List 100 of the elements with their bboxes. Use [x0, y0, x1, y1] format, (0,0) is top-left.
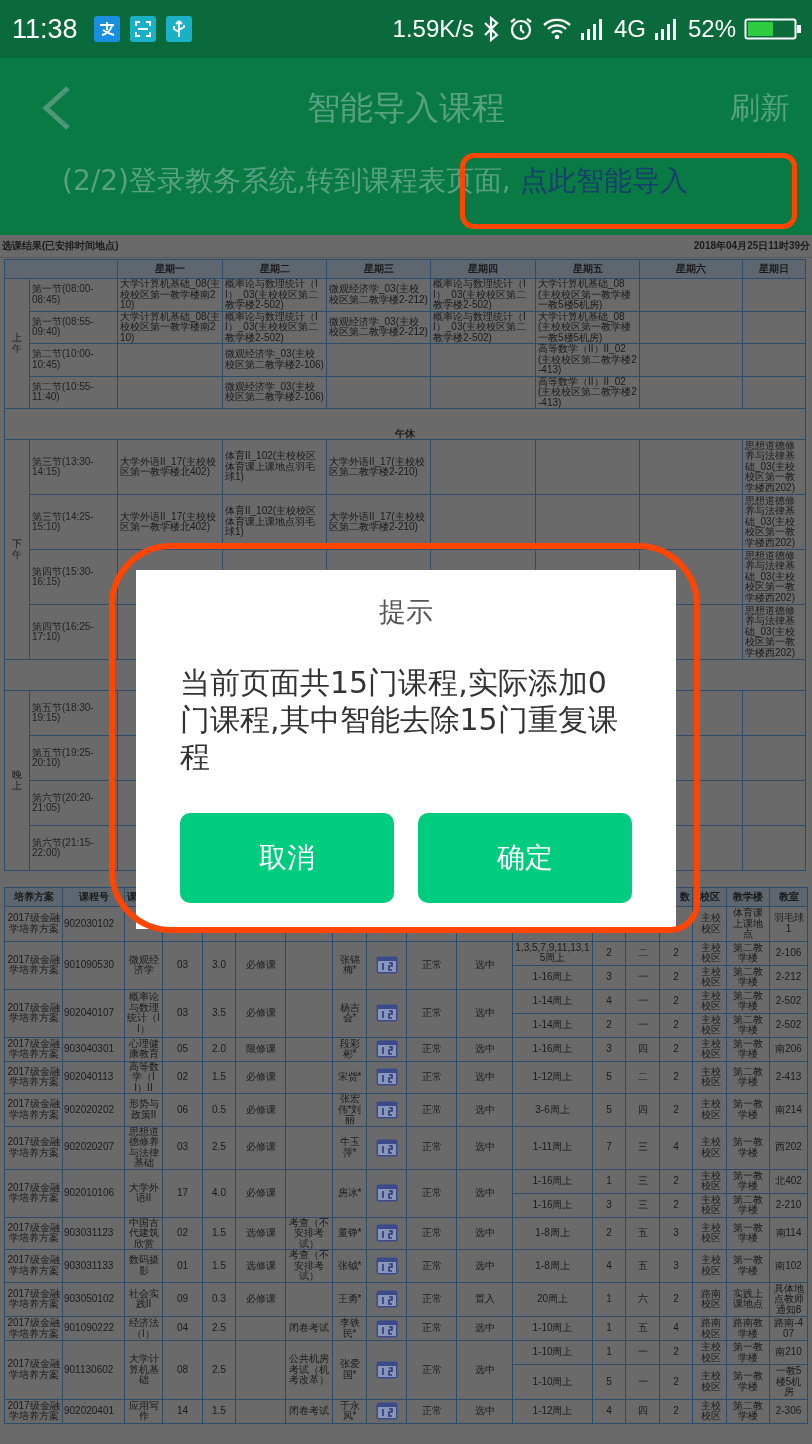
back-icon[interactable]	[40, 85, 72, 131]
day-header: 星期五	[535, 259, 640, 279]
table-cell: 主校校区	[692, 1169, 727, 1193]
table-cell: 2	[659, 1193, 693, 1217]
table-cell: 4.0	[202, 1169, 236, 1217]
table-cell: 三	[625, 1126, 660, 1169]
table-cell: 5	[592, 1093, 626, 1126]
table-cell: 4	[592, 1249, 626, 1282]
calendar-icon[interactable]	[375, 1040, 398, 1058]
calendar-icon[interactable]	[375, 1004, 398, 1022]
payment-app-icon	[93, 16, 120, 42]
table-cell: 选中	[456, 1037, 513, 1061]
confirm-button[interactable]: 确定	[418, 813, 632, 903]
table-cell: 南206	[769, 1037, 808, 1061]
table-cell: 必修课	[235, 1061, 286, 1094]
table-cell: 北402	[769, 1169, 808, 1193]
table-cell: 2.0	[202, 1037, 236, 1061]
table-cell: 4	[659, 1316, 693, 1341]
calendar-icon[interactable]	[375, 1360, 398, 1379]
table-cell: 2.5	[202, 1126, 236, 1169]
network-type: 4G	[613, 15, 646, 43]
table-cell: 数码摄影	[124, 1249, 163, 1282]
table-cell: 2017级金融学培养方案	[4, 1217, 63, 1250]
calendar-icon[interactable]	[375, 1224, 398, 1243]
table-cell: 2017级金融学培养方案	[4, 1093, 63, 1126]
table-cell: 1.5	[202, 1399, 236, 1423]
table-cell: 2	[592, 1013, 626, 1037]
table-cell: 四	[625, 1399, 660, 1423]
table-cell: 04	[162, 1316, 203, 1341]
column-header: 教学楼	[726, 887, 770, 907]
table-cell: 张爱国*	[332, 1340, 367, 1399]
table-cell: 3	[659, 1249, 693, 1282]
table-cell: 必修课	[235, 1169, 286, 1217]
table-cell: 李铁民*	[332, 1316, 367, 1341]
table-cell: 三	[625, 1193, 660, 1217]
table-cell: 杨吉会*	[332, 989, 367, 1037]
table-cell: 3.0	[202, 941, 236, 989]
table-cell: 五	[625, 1249, 660, 1282]
table-cell: 01	[162, 1249, 203, 1282]
calendar-icon[interactable]	[375, 1184, 398, 1202]
calendar-icon[interactable]	[375, 1138, 398, 1157]
table-cell: 五	[625, 1316, 660, 1341]
day-header: 星期六	[639, 259, 743, 279]
import-link[interactable]: 点此智能导入	[519, 164, 688, 197]
table-cell: 西202	[769, 1126, 808, 1169]
table-cell: 2017级金融学培养方案	[4, 1169, 63, 1217]
table-cell: 2	[659, 1061, 693, 1094]
calendar-icon[interactable]	[375, 1100, 398, 1119]
table-cell: 2017级金融学培养方案	[4, 1340, 63, 1399]
calendar-icon[interactable]	[375, 1068, 398, 1087]
calendar-icon[interactable]	[375, 1256, 398, 1275]
calendar-icon[interactable]	[375, 1319, 398, 1338]
table-cell: 考查（不安排考试）	[285, 1249, 333, 1282]
table-cell: 张钺*	[332, 1249, 367, 1282]
period-cell: 第五节(18:30-19:15)	[29, 690, 118, 736]
table-cell: 5	[592, 1364, 626, 1399]
table-cell: 2	[592, 1217, 626, 1250]
table-cell: 主校校区	[692, 989, 727, 1013]
table-cell: 03	[162, 1126, 203, 1169]
table-cell: 正常	[406, 1037, 457, 1061]
table-cell: 2017级金融学培养方案	[4, 1399, 63, 1423]
table-cell: 必修课	[235, 1093, 286, 1126]
table-cell: 于永凤*	[332, 1399, 367, 1423]
table-cell: 主校校区	[692, 1037, 727, 1061]
table-cell: 1.5	[202, 1061, 236, 1094]
cancel-button[interactable]: 取消	[180, 813, 394, 903]
network-speed: 1.59K/s	[392, 15, 474, 43]
table-cell: 路南校区	[692, 1282, 727, 1317]
table-cell: 主校校区	[692, 1193, 727, 1217]
table-cell: 2-502	[769, 1013, 808, 1037]
table-cell: 路南-407	[769, 1316, 808, 1341]
table-cell: 选修课	[235, 1249, 286, 1282]
table-cell: 2-106	[769, 941, 808, 965]
table-cell: 正常	[406, 989, 457, 1037]
day-header: 星期四	[430, 259, 536, 279]
table-cell: 2-502	[769, 989, 808, 1013]
table-cell: 选中	[456, 1316, 513, 1341]
table-cell: 主校校区	[692, 1340, 727, 1365]
calendar-icon[interactable]	[375, 1402, 398, 1420]
bluetooth-icon	[481, 15, 500, 43]
table-cell: 2017级金融学培养方案	[4, 1037, 63, 1061]
scan-icon	[129, 16, 156, 42]
table-cell: 限修课	[235, 1037, 286, 1061]
table-cell: 17	[162, 1169, 203, 1217]
table-cell: 具体地点教师通知8	[769, 1282, 808, 1317]
day-header: 星期一	[117, 259, 223, 279]
calendar-icon[interactable]	[375, 1290, 398, 1309]
table-cell: 董铮*	[332, 1217, 367, 1250]
table-cell: 主校校区	[692, 965, 727, 989]
table-cell: 主校校区	[692, 1249, 727, 1282]
table-cell: 必修课	[235, 1282, 286, 1317]
table-cell: 应用写作	[124, 1399, 163, 1423]
table-cell: 主校校区	[692, 1061, 727, 1094]
table-cell: 南210	[769, 1340, 808, 1365]
table-cell: 2017级金融学培养方案	[4, 1126, 63, 1169]
table-cell: 4	[659, 1126, 693, 1169]
table-cell: 主校校区	[692, 1126, 727, 1169]
calendar-icon[interactable]	[375, 956, 398, 974]
table-cell: 1.5	[202, 1217, 236, 1250]
refresh-button[interactable]: 刷新	[730, 87, 790, 129]
